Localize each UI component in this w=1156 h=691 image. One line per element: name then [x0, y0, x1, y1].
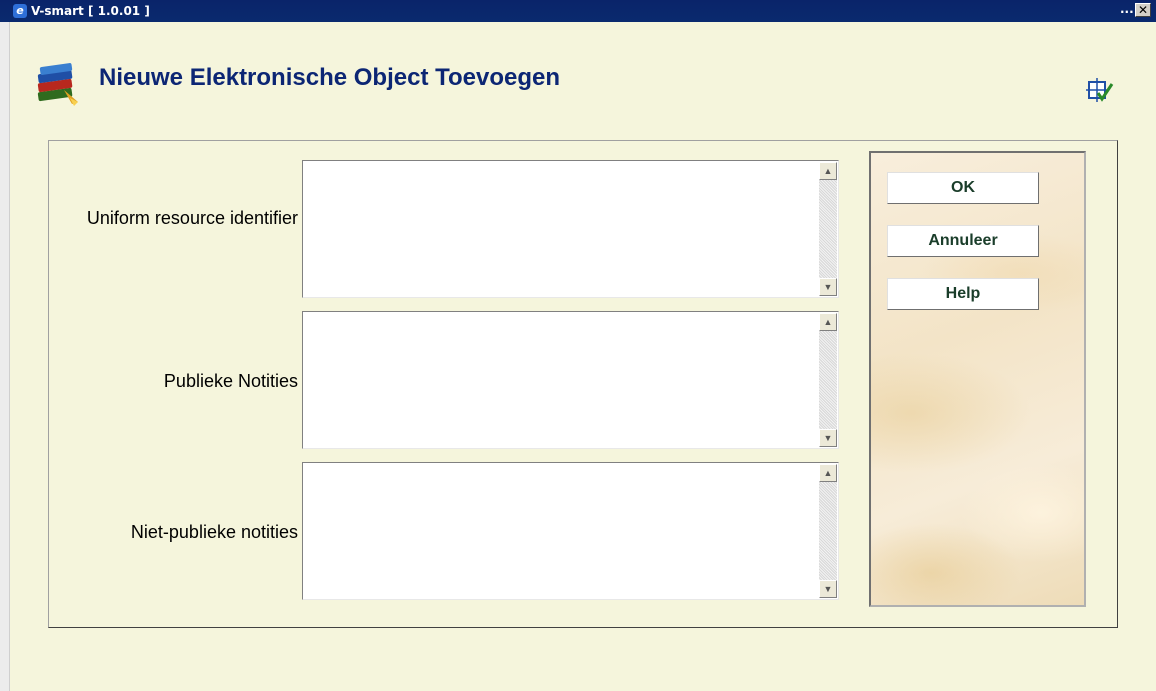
uri-scrollbar[interactable]: ▲ ▼: [819, 162, 837, 296]
scroll-down-arrow-icon[interactable]: ▼: [819, 580, 837, 598]
public-notes-scrollbar[interactable]: ▲ ▼: [819, 313, 837, 447]
scroll-up-arrow-icon[interactable]: ▲: [819, 464, 837, 482]
cancel-button[interactable]: Annuleer: [887, 225, 1039, 257]
button-panel: [869, 151, 1086, 607]
window-title: V-smart [ 1.0.01 ]: [31, 4, 150, 18]
select-tool-icon[interactable]: [1086, 76, 1114, 104]
books-icon: [37, 63, 78, 106]
private-notes-field[interactable]: ▲ ▼: [302, 462, 839, 600]
uri-field[interactable]: ▲ ▼: [302, 160, 839, 298]
uri-label: Uniform resource identifier: [86, 208, 298, 228]
internet-explorer-icon: e: [13, 4, 27, 18]
scroll-up-arrow-icon[interactable]: ▲: [819, 313, 837, 331]
page-title: Nieuwe Elektronische Object Toevoegen: [99, 64, 561, 91]
scroll-down-arrow-icon[interactable]: ▼: [819, 278, 837, 296]
private-notes-scrollbar[interactable]: ▲ ▼: [819, 464, 837, 598]
scroll-up-arrow-icon[interactable]: ▲: [819, 162, 837, 180]
public-notes-label: Publieke Notities: [163, 371, 298, 391]
ok-button[interactable]: OK: [887, 172, 1039, 204]
close-button[interactable]: ✕: [1135, 3, 1151, 17]
help-button[interactable]: Help: [887, 278, 1039, 310]
more-label[interactable]: ...: [1120, 2, 1134, 16]
window-titlebar: e V-smart [ 1.0.01 ] ... ✕: [0, 0, 1156, 22]
window-frame-left: [0, 22, 10, 691]
public-notes-field[interactable]: ▲ ▼: [302, 311, 839, 449]
private-notes-label: Niet-publieke notities: [130, 522, 298, 542]
scroll-down-arrow-icon[interactable]: ▼: [819, 429, 837, 447]
